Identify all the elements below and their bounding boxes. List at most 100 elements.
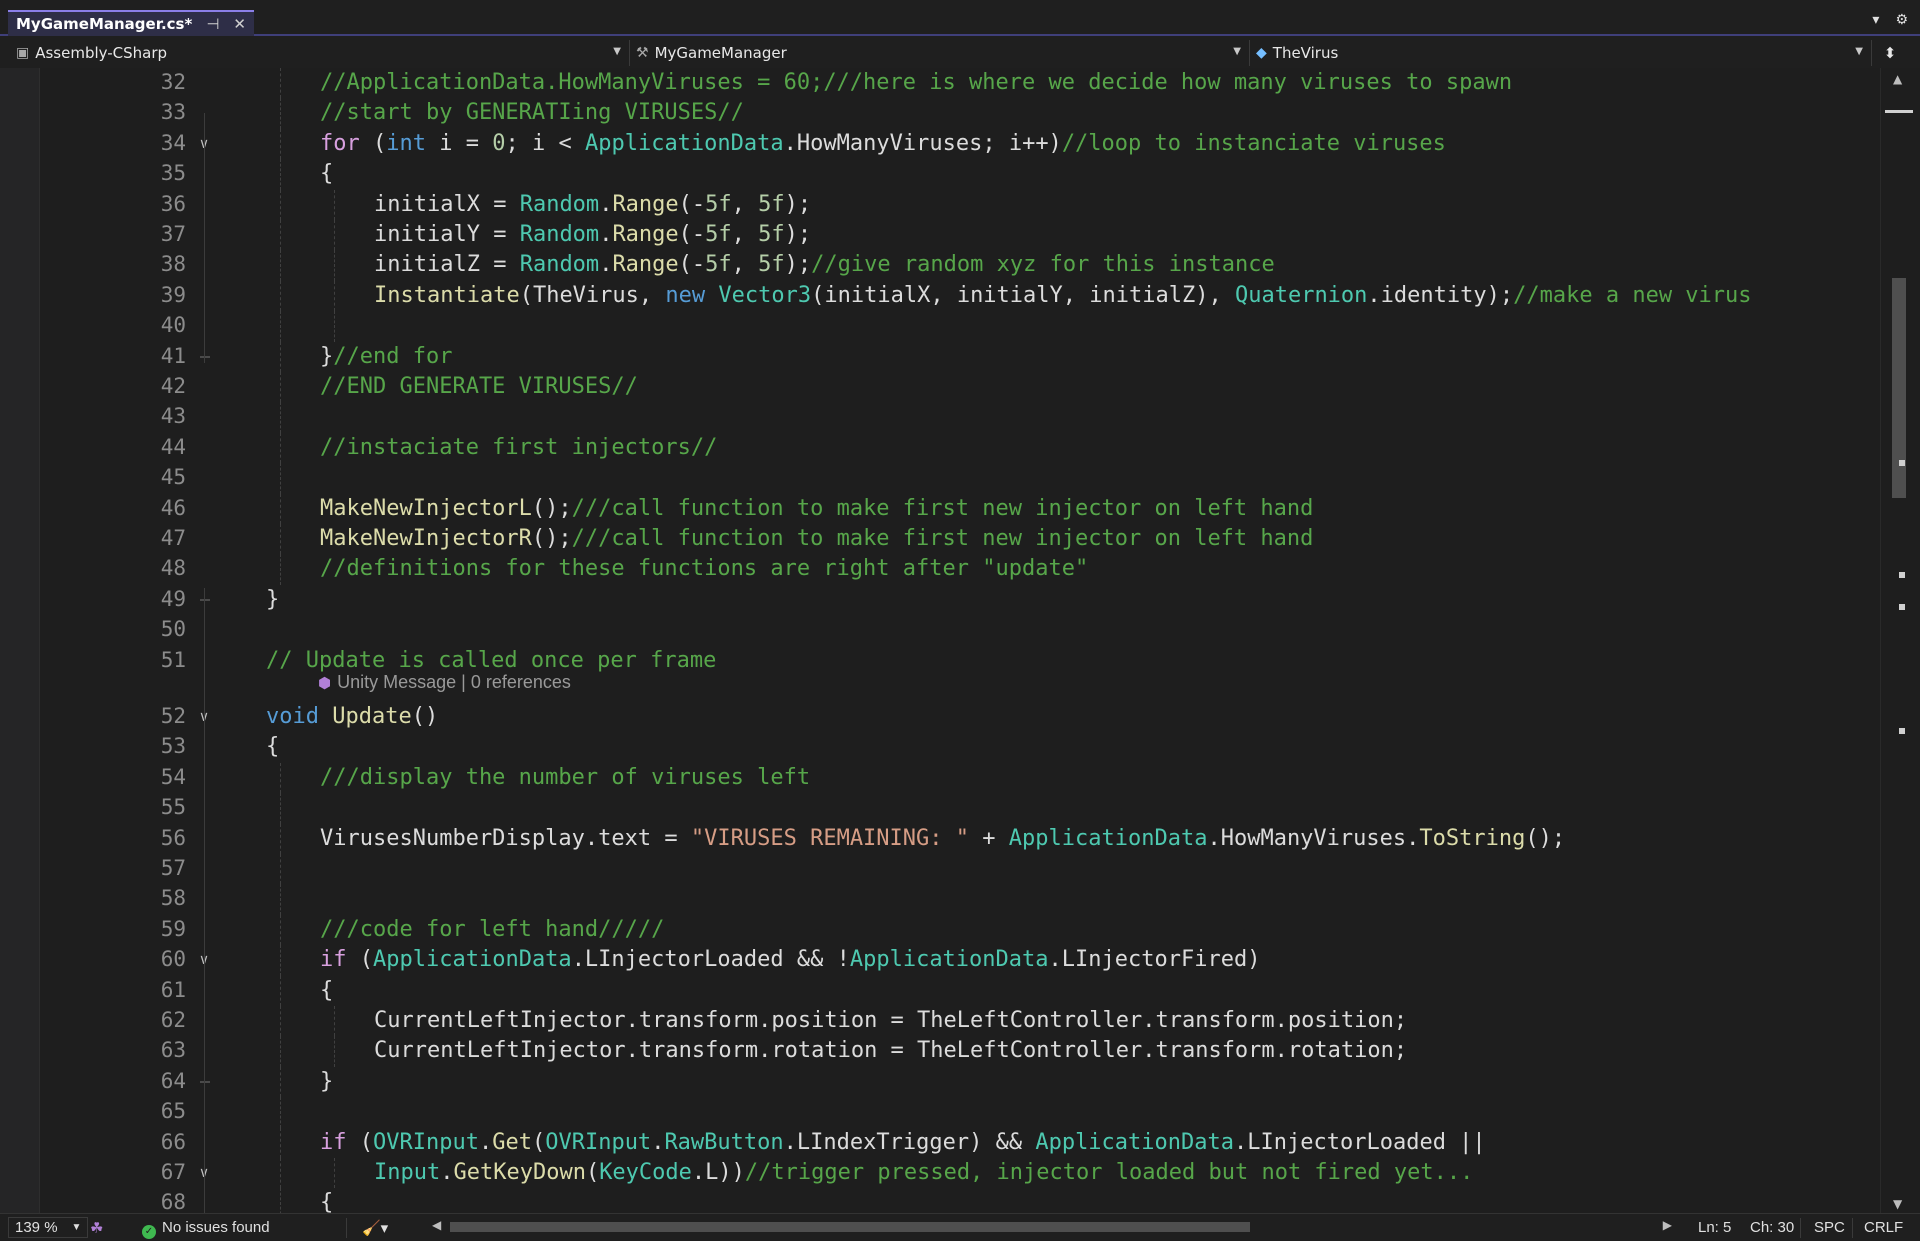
code-line[interactable]: MakeNewInjectorR();///call function to m…: [320, 524, 1313, 554]
scroll-left-icon[interactable]: ◀: [432, 1218, 441, 1232]
line-number: 40: [160, 313, 186, 338]
indent-guide: [280, 159, 281, 190]
class-icon: ⚒: [636, 45, 649, 61]
code-line[interactable]: ///code for left hand/////: [320, 915, 664, 945]
code-line[interactable]: }//end for: [320, 342, 452, 372]
indent-guide: [334, 220, 335, 251]
vertical-scrollbar[interactable]: ▲ ▼: [1880, 68, 1920, 1213]
codelens[interactable]: ⬢ Unity Message | 0 references: [318, 672, 571, 693]
code-line[interactable]: initialY = Random.Range(-5f, 5f);: [374, 220, 811, 250]
code-token: }: [320, 1068, 334, 1094]
code-line[interactable]: //definitions for these functions are ri…: [320, 554, 1088, 584]
scroll-right-icon[interactable]: ▶: [1663, 1218, 1672, 1232]
whitespace-indicator[interactable]: SPC: [1814, 1219, 1845, 1236]
code-token: Range: [612, 252, 679, 278]
project-dropdown[interactable]: ▣ Assembly-CSharp ▼: [10, 40, 630, 66]
tab-strip-controls: ▾ ⚙: [1872, 12, 1908, 28]
code-line[interactable]: {: [320, 1188, 333, 1213]
line-number: 58: [160, 886, 186, 911]
line-ending-indicator[interactable]: CRLF: [1864, 1219, 1903, 1236]
chevron-down-icon: ▼: [71, 1222, 82, 1233]
divider: [1852, 1218, 1853, 1238]
chevron-down-icon: ▼: [1233, 46, 1241, 57]
scroll-up-icon[interactable]: ▲: [1893, 72, 1902, 86]
code-token: (: [359, 130, 387, 156]
pin-icon[interactable]: ⊣: [206, 16, 219, 32]
codelens-references[interactable]: 0 references: [471, 672, 571, 692]
indent-guide: [280, 793, 281, 824]
code-token: MakeNewInjectorR: [320, 526, 532, 551]
indent-guide: [280, 1097, 281, 1128]
code-line[interactable]: //start by GENERATIing VIRUSES//: [320, 98, 744, 128]
horizontal-scroll-thumb[interactable]: [450, 1222, 1250, 1232]
code-token: }: [320, 343, 334, 369]
code-line[interactable]: initialZ = Random.Range(-5f, 5f);//give …: [374, 250, 1275, 280]
code-line[interactable]: //ApplicationData.HowManyViruses = 60;//…: [320, 68, 1512, 98]
code-token: 5f: [758, 252, 785, 278]
code-token: ApplicationData: [1035, 1129, 1235, 1155]
codelens-unity-message[interactable]: Unity Message: [337, 672, 456, 692]
tab-mygamemanager[interactable]: MyGameManager.cs* ⊣ ✕: [8, 10, 254, 36]
code-token: );: [784, 191, 812, 217]
code-line[interactable]: MakeNewInjectorL();///call function to m…: [320, 494, 1313, 524]
chevron-down-icon: ▼: [1855, 46, 1863, 57]
copilot-icon[interactable]: ☘: [90, 1219, 103, 1237]
code-token: ,: [731, 222, 759, 247]
column-indicator[interactable]: Ch: 30: [1750, 1219, 1794, 1236]
code-line[interactable]: {: [320, 976, 333, 1006]
scroll-down-icon[interactable]: ▼: [1893, 1197, 1902, 1211]
class-dropdown[interactable]: ⚒ MyGameManager ▼: [630, 40, 1250, 66]
split-editor-button[interactable]: ⬍: [1872, 40, 1908, 66]
code-line[interactable]: //instaciate first injectors//: [320, 433, 717, 463]
line-number: 41: [160, 343, 186, 368]
close-icon[interactable]: ✕: [233, 16, 246, 32]
code-line[interactable]: VirusesNumberDisplay.text = "VIRUSES REM…: [320, 824, 1565, 854]
code-line[interactable]: if (ApplicationData.LInjectorLoaded && !…: [320, 945, 1260, 975]
code-line[interactable]: initialX = Random.Range(-5f, 5f);: [374, 190, 811, 220]
indent-guide: [280, 1066, 281, 1098]
code-line[interactable]: if (OVRInput.Get(OVRInput.RawButton.LInd…: [320, 1128, 1486, 1158]
code-line[interactable]: void Update(): [266, 702, 438, 732]
tab-list-dropdown-icon[interactable]: ▾: [1872, 12, 1879, 28]
line-number: 47: [160, 526, 186, 550]
code-token: +: [969, 825, 1009, 851]
line-number: 43: [160, 404, 186, 429]
code-line[interactable]: Instantiate(TheVirus, new Vector3(initia…: [374, 281, 1752, 311]
status-bar: 139 % ▼ ☘ ✓ No issues found 🧹▾ ◀ ▶ Ln: 5 …: [0, 1213, 1920, 1241]
code-line[interactable]: }: [266, 585, 279, 615]
line-number: 46: [160, 495, 186, 520]
code-area[interactable]: //ApplicationData.HowManyViruses = 60;//…: [240, 68, 1880, 1213]
horizontal-scrollbar[interactable]: ◀ ▶: [432, 1218, 1672, 1234]
code-line[interactable]: }: [320, 1067, 333, 1097]
code-line[interactable]: //END GENERATE VIRUSES//: [320, 372, 638, 402]
code-line[interactable]: CurrentLeftInjector.transform.position =…: [374, 1006, 1407, 1036]
line-number: 42: [160, 374, 186, 398]
indent-guide: [280, 220, 281, 251]
gear-icon[interactable]: ⚙: [1895, 12, 1908, 28]
code-token: GetKeyDown: [453, 1160, 586, 1185]
code-token: (: [531, 1129, 546, 1155]
line-number: 52: [160, 704, 186, 728]
code-token: .identity);: [1367, 282, 1514, 308]
code-token: ApplicationData: [1008, 825, 1208, 851]
member-dropdown[interactable]: ◆ TheVirus ▼: [1250, 40, 1872, 66]
code-token: ,: [731, 191, 759, 217]
code-token: .HowManyViruses; i++): [783, 130, 1062, 156]
code-editor[interactable]: 323334∨353637383940414243444546474849505…: [0, 68, 1920, 1213]
zoom-dropdown[interactable]: 139 % ▼: [8, 1217, 89, 1238]
fold-region-line: [204, 113, 205, 363]
issues-indicator[interactable]: ✓ No issues found: [142, 1219, 270, 1239]
code-line[interactable]: CurrentLeftInjector.transform.rotation =…: [374, 1036, 1407, 1066]
code-line[interactable]: for (int i = 0; i < ApplicationData.HowM…: [320, 129, 1446, 159]
code-token: (initialX, initialY, initialZ),: [811, 282, 1235, 308]
indent-guide: [280, 1127, 281, 1158]
code-token: (-: [678, 222, 706, 247]
line-indicator[interactable]: Ln: 5: [1698, 1219, 1731, 1236]
code-line[interactable]: {: [266, 732, 279, 762]
code-token: ApplicationData: [584, 130, 784, 156]
field-icon: ◆: [1256, 45, 1267, 61]
code-line[interactable]: {: [320, 159, 333, 189]
code-line[interactable]: Input.GetKeyDown(KeyCode.L))//trigger pr…: [374, 1158, 1473, 1188]
code-line[interactable]: ///display the number of viruses left: [320, 763, 810, 793]
code-cleanup-icon[interactable]: 🧹▾: [362, 1219, 388, 1237]
